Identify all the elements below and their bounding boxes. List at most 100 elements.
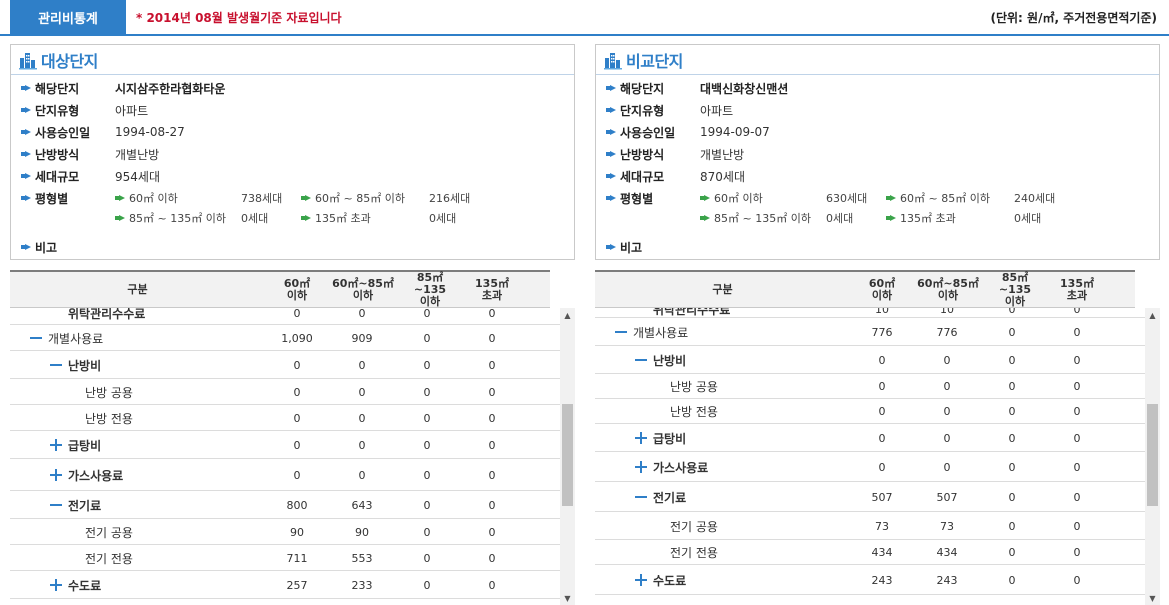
row-value: 10 — [875, 308, 889, 316]
row-label: 난방 공용 — [85, 385, 133, 400]
table-row: 전기 전용 711 553 0 0 — [10, 545, 560, 571]
collapse-minus-icon[interactable] — [50, 364, 62, 366]
row-name: 위탁관리수수료 — [653, 308, 730, 318]
scrollbar[interactable]: ▲ ▼ — [1145, 308, 1160, 605]
table-row[interactable]: 난방비 0 0 0 0 — [10, 351, 560, 379]
target-complex-panel: 대상단지 해당단지 시지삼주한라협화타운 단지유형 아파트 사용승인일 1994-08… — [10, 44, 575, 260]
table-row[interactable]: 수도료 243 243 0 0 — [595, 565, 1145, 595]
field-value: 아파트 — [700, 103, 734, 118]
row-value: 90 — [290, 525, 304, 539]
collapse-minus-icon[interactable] — [30, 337, 42, 339]
arrow-down-icon[interactable]: ▼ — [560, 591, 575, 605]
table-row: 위탁관리수수료 10 10 0 0 — [595, 308, 1145, 318]
collapse-minus-icon[interactable] — [635, 496, 647, 498]
th-line: 이하 — [419, 295, 441, 308]
table-row: 난방 전용 0 0 0 0 — [595, 399, 1145, 424]
expand-plus-icon[interactable] — [635, 432, 647, 444]
collapse-minus-icon[interactable] — [50, 504, 62, 506]
row-label: 급탕비 — [653, 431, 687, 446]
row-value: 0 — [358, 358, 366, 372]
row-name: 급탕비 — [50, 431, 101, 459]
row-label: 난방비 — [653, 353, 687, 368]
th-col3: 85㎡~135 이하 — [986, 272, 1044, 308]
size-label: 85㎡ ~ 135㎡ 이하 — [714, 212, 811, 225]
th-col4: 135㎡ 초과 — [1052, 272, 1102, 308]
row-name: 난방 공용 — [670, 374, 718, 399]
row-value: 711 — [286, 551, 308, 565]
arrow-down-icon[interactable]: ▼ — [1145, 591, 1160, 605]
table-row[interactable]: 수도료 257 233 0 0 — [10, 571, 560, 599]
table-row[interactable]: 개별사용료 776 776 0 0 — [595, 318, 1145, 346]
expand-plus-icon[interactable] — [50, 469, 62, 481]
field-value: 개별난방 — [700, 147, 745, 162]
table-header: 구분 60㎡ 이하 60㎡~85㎡ 이하 85㎡~135 이하 135㎡ 초과 — [10, 270, 550, 308]
arrow-icon — [890, 195, 896, 201]
size-label: 60㎡ 이하 — [714, 192, 763, 205]
table-row[interactable]: 급탕비 0 0 0 0 — [595, 424, 1145, 452]
expand-plus-icon[interactable] — [50, 579, 62, 591]
row-value: 0 — [293, 411, 301, 425]
row-value: 0 — [1008, 405, 1016, 418]
table-row[interactable]: 급탕비 0 0 0 0 — [10, 431, 560, 459]
info-row-households: 세대규모 870세대 — [606, 167, 745, 185]
arrow-icon — [305, 215, 311, 221]
table-row[interactable]: 가스사용료 0 0 0 0 — [595, 452, 1145, 482]
arrow-up-icon[interactable]: ▲ — [560, 308, 575, 322]
table-body[interactable]: 위탁관리수수료 10 10 0 0 개별사용료 776 776 0 0 난방비 0 0 0 0 난방 공용 0 0… — [595, 308, 1145, 605]
arrow-icon — [704, 195, 710, 201]
compare-complex-panel: 비교단지 해당단지 대백신화창신맨션 단지유형 아파트 사용승인일 1994-09-0… — [595, 44, 1160, 260]
expand-plus-icon[interactable] — [635, 461, 647, 473]
size-count-text: 630세대 — [826, 192, 868, 205]
table-row[interactable]: 전기료 800 643 0 0 — [10, 491, 560, 519]
arrow-icon — [25, 151, 31, 157]
row-name: 전기 공용 — [85, 519, 133, 545]
row-label: 전기 전용 — [670, 546, 718, 560]
row-name: 가스사용료 — [50, 459, 123, 491]
tab-management-stats[interactable]: 관리비통계 — [10, 0, 126, 34]
row-value: 0 — [943, 380, 951, 393]
expand-plus-icon[interactable] — [50, 439, 62, 451]
scrollbar[interactable]: ▲ ▼ — [560, 308, 575, 605]
arrow-icon — [610, 129, 616, 135]
row-value: 0 — [1073, 353, 1081, 367]
collapse-minus-icon[interactable] — [615, 331, 627, 333]
scroll-thumb[interactable] — [1147, 404, 1158, 506]
row-value: 10 — [940, 308, 954, 316]
arrow-up-icon[interactable]: ▲ — [1145, 308, 1160, 322]
row-value: 0 — [423, 578, 431, 592]
row-value: 507 — [871, 490, 893, 504]
row-value: 434 — [871, 546, 893, 559]
row-value: 0 — [1073, 546, 1081, 559]
info-row-type: 단지유형 아파트 — [21, 101, 148, 119]
row-value: 0 — [943, 460, 951, 474]
row-name: 난방 전용 — [670, 399, 718, 424]
row-value: 0 — [1008, 519, 1016, 533]
table-row[interactable]: 난방비 0 0 0 0 — [595, 346, 1145, 374]
row-label: 전기 전용 — [85, 551, 133, 566]
arrow-icon — [25, 195, 31, 201]
th-col1: 60㎡ 이하 — [857, 272, 907, 308]
field-value: 954세대 — [115, 169, 160, 184]
row-name: 가스사용료 — [635, 452, 708, 482]
row-name: 개별사용료 — [30, 325, 103, 351]
table-row[interactable]: 가스사용료 0 0 0 0 — [10, 459, 560, 491]
table-body[interactable]: 위탁관리수수료 0 0 0 0 개별사용료 1,090 909 0 0 난방비 0 0 0 0 난방 공용 0 0… — [10, 308, 560, 605]
table-row[interactable]: 전기료 507 507 0 0 — [595, 482, 1145, 512]
arrow-icon — [704, 215, 710, 221]
arrow-icon — [25, 244, 31, 250]
panel-title: 비교단지 — [596, 45, 1159, 75]
row-label: 전기 공용 — [670, 519, 718, 534]
scroll-thumb[interactable] — [562, 404, 573, 506]
table-row[interactable]: 개별사용료 1,090 909 0 0 — [10, 325, 560, 351]
expand-plus-icon[interactable] — [635, 574, 647, 586]
info-row-remark: 비고 — [606, 238, 700, 256]
field-label: 단지유형 — [35, 103, 80, 118]
size-item: 135㎡ 초과 — [301, 209, 371, 227]
info-row-pyeong: 평형별 — [21, 189, 115, 207]
collapse-minus-icon[interactable] — [635, 359, 647, 361]
row-value: 73 — [875, 519, 889, 533]
row-value: 0 — [423, 525, 431, 539]
row-value: 0 — [943, 431, 951, 445]
row-label: 전기 공용 — [85, 525, 133, 540]
th-col2: 60㎡~85㎡ 이하 — [332, 272, 394, 308]
